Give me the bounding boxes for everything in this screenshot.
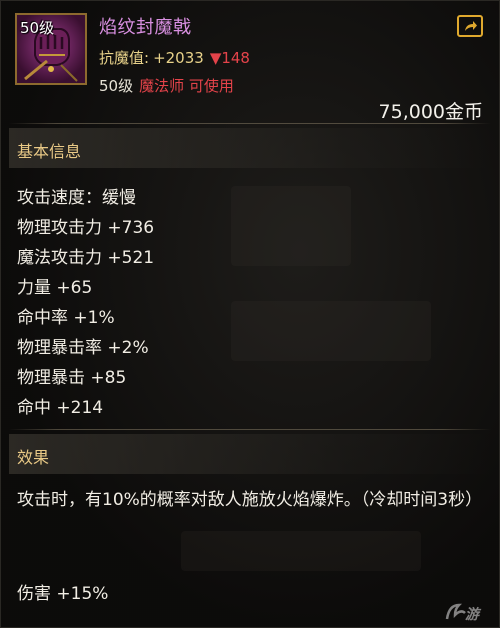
background-panel — [231, 301, 431, 361]
stat-line: 命中率 +1% — [17, 308, 115, 328]
item-name: 焰纹封魔戟 — [99, 17, 192, 38]
stat-line: 魔法攻击力 +521 — [17, 248, 155, 268]
item-tooltip: 50级 焰纹封魔戟 抗魔值: +2033 ▼148 50级 魔法师 可使用 75… — [0, 0, 500, 628]
item-price: 75,000金币 — [378, 101, 483, 123]
divider — [9, 429, 491, 430]
item-icon[interactable]: 50级 — [15, 13, 87, 85]
stat-line: 物理暴击 +85 — [17, 368, 127, 388]
item-level-tag: 50级 — [20, 19, 55, 37]
stat-line: 命中 +214 — [17, 398, 104, 418]
resist-label: 抗魔值: — [99, 49, 150, 67]
required-level: 50级 — [99, 77, 134, 95]
background-panel — [181, 531, 421, 571]
share-button[interactable] — [457, 15, 483, 37]
stat-line: 物理暴击率 +2% — [17, 338, 149, 358]
required-class: 魔法师 可使用 — [139, 77, 234, 95]
svg-text:游: 游 — [465, 606, 482, 623]
effect-damage: 伤害 +15% — [17, 584, 109, 604]
resist-row: 抗魔值: +2033 ▼148 — [99, 47, 250, 68]
section-header-band — [9, 434, 491, 474]
share-icon — [465, 21, 477, 31]
watermark-logo: 游 — [443, 599, 493, 625]
background-panel — [231, 186, 351, 266]
stat-line: 物理攻击力 +736 — [17, 218, 155, 238]
effect-description: 攻击时，有10%的概率对敌人施放火焰爆炸。（冷却时间3秒） — [17, 490, 483, 510]
divider — [9, 123, 491, 124]
item-header: 50级 焰纹封魔戟 抗魔值: +2033 ▼148 50级 魔法师 可使用 75… — [1, 1, 499, 123]
resist-diff: ▼148 — [209, 49, 250, 67]
effect-title: 效果 — [17, 448, 50, 467]
section-header-band — [9, 128, 491, 168]
resist-value: +2033 — [153, 49, 204, 67]
stat-line: 攻击速度：缓慢 — [17, 188, 136, 208]
basic-info-title: 基本信息 — [17, 142, 82, 161]
requirement-row: 50级 魔法师 可使用 — [99, 75, 234, 96]
stat-line: 力量 +65 — [17, 278, 93, 298]
